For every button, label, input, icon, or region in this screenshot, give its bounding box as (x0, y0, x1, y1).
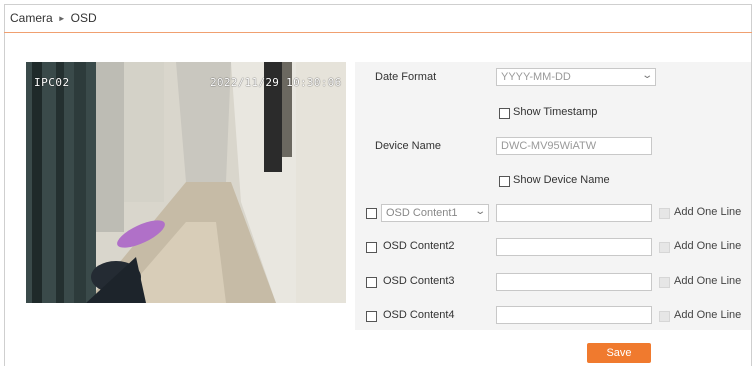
osd-content2-input[interactable] (496, 238, 652, 256)
osd-content3-label: OSD Content3 (383, 275, 455, 287)
osd-content3-input[interactable] (496, 273, 652, 291)
chevron-down-icon: ⌄ (640, 70, 653, 81)
osd-content1-label: OSD Content1 (386, 207, 458, 219)
date-format-select[interactable]: YYYY-MM-DD ⌄ (496, 68, 656, 86)
osd-timestamp-overlay: 2022/11/29 10:30:06 (210, 76, 342, 89)
osd-content2-add-line-label: Add One Line (674, 240, 742, 252)
osd-content3-add-line-label: Add One Line (674, 275, 742, 287)
device-name-label: Device Name (375, 140, 442, 152)
breadcrumb-current: OSD (70, 11, 97, 25)
date-format-label: Date Format (375, 71, 437, 83)
breadcrumb-camera-link[interactable]: Camera (10, 11, 53, 25)
camera-preview: IPC02 2022/11/29 10:30:06 (26, 62, 346, 303)
osd-content2-add-line-checkbox[interactable] (659, 242, 670, 253)
osd-content4-checkbox[interactable] (366, 311, 377, 322)
show-device-name-checkbox[interactable] (499, 176, 510, 187)
show-timestamp-checkbox[interactable] (499, 108, 510, 119)
device-name-input[interactable]: DWC-MV95WiATW (496, 137, 652, 155)
show-device-name-label: Show Device Name (513, 174, 610, 186)
osd-content4-label: OSD Content4 (383, 309, 455, 321)
chevron-down-icon: ⌄ (473, 206, 486, 217)
breadcrumb-separator-icon: ► (57, 13, 66, 23)
osd-channel-overlay: IPC02 (34, 76, 70, 89)
save-button[interactable]: Save (587, 343, 651, 363)
osd-content3-checkbox[interactable] (366, 277, 377, 288)
osd-content4-input[interactable] (496, 306, 652, 324)
osd-content1-select[interactable]: OSD Content1 ⌄ (381, 204, 489, 222)
osd-content3-add-line-checkbox[interactable] (659, 277, 670, 288)
show-timestamp-label: Show Timestamp (513, 106, 598, 118)
osd-content2-checkbox[interactable] (366, 242, 377, 253)
date-format-value: YYYY-MM-DD (501, 71, 571, 83)
osd-content1-add-line-label: Add One Line (674, 206, 742, 218)
osd-content1-checkbox[interactable] (366, 208, 377, 219)
osd-content2-label: OSD Content2 (383, 240, 455, 252)
header-divider (4, 32, 752, 33)
osd-content4-add-line-label: Add One Line (674, 309, 742, 321)
camera-scene-image (26, 62, 346, 303)
osd-content1-input[interactable] (496, 204, 652, 222)
osd-content1-add-line-checkbox[interactable] (659, 208, 670, 219)
breadcrumb: Camera ► OSD (10, 9, 97, 27)
osd-content4-add-line-checkbox[interactable] (659, 311, 670, 322)
